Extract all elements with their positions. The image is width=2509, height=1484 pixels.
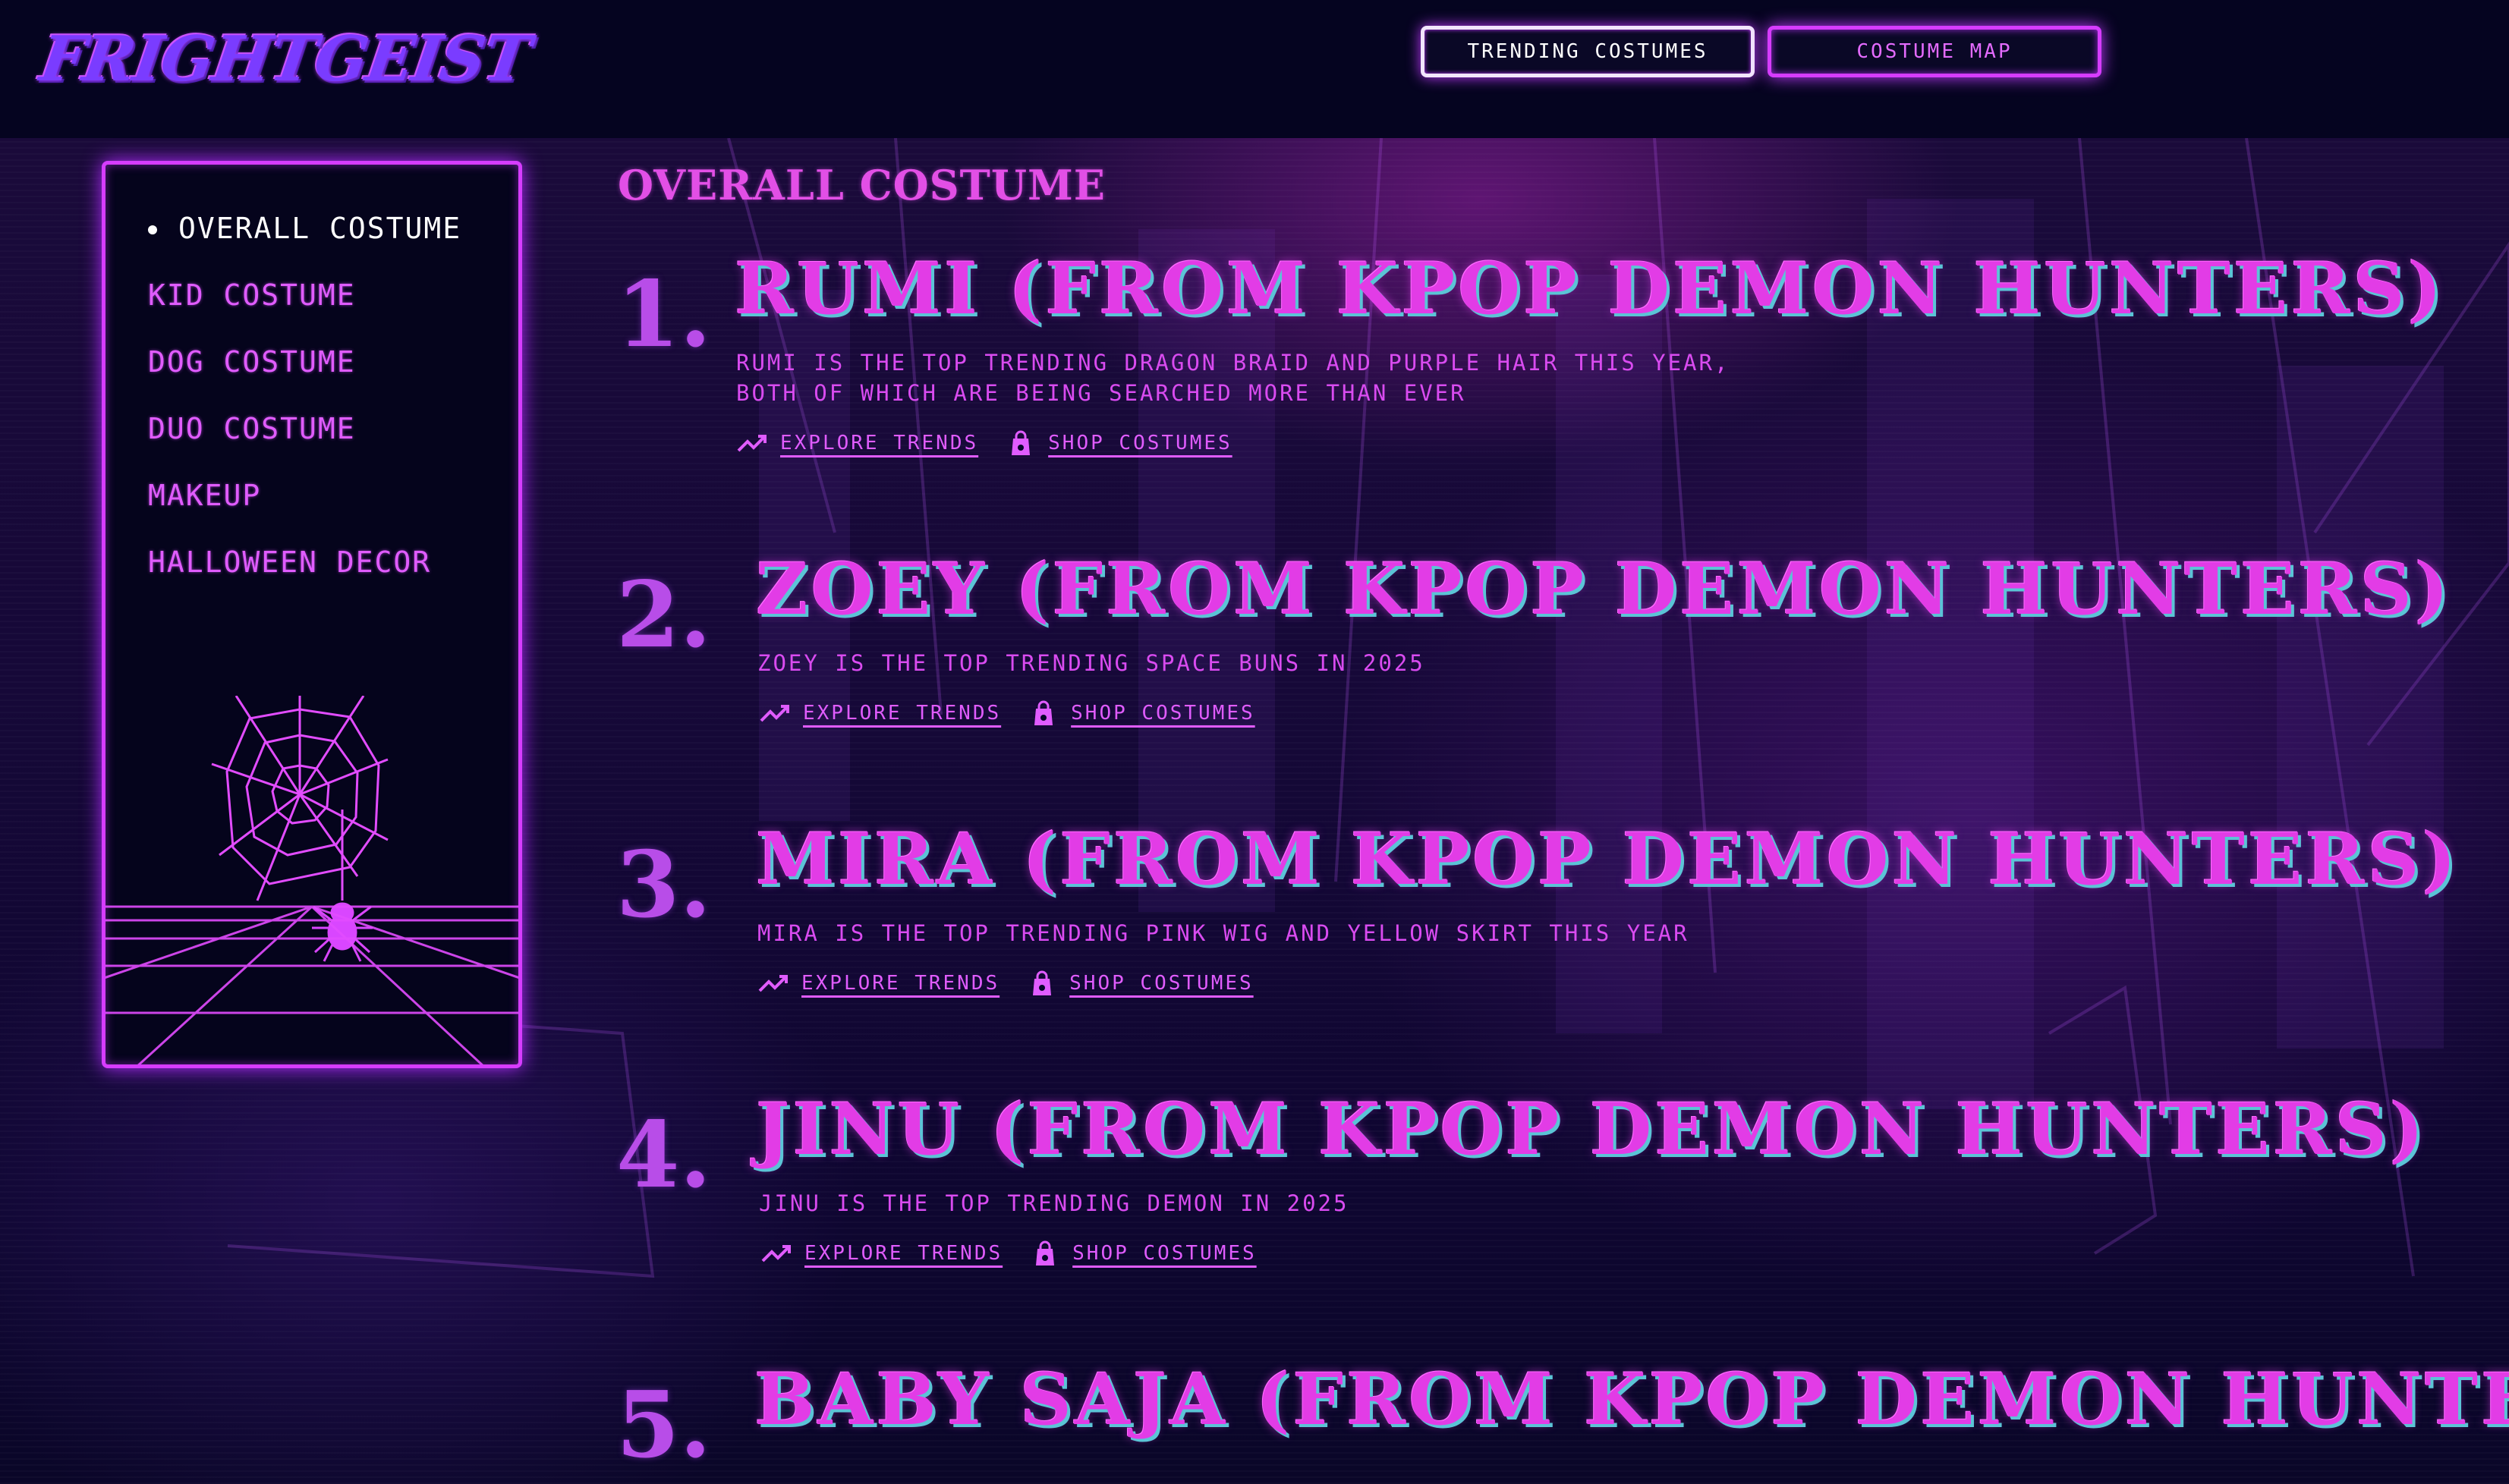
costume-title[interactable]: BABY SAJA (FROM KPOP DEMON HUNTERS) [754, 1358, 2509, 1442]
costume-links: EXPLORE TRENDS SHOP COSTUMES [736, 428, 1232, 458]
trend-arrow-icon [758, 975, 788, 992]
shopping-bag-icon [1036, 1240, 1055, 1265]
shop-costumes-link[interactable]: SHOP COSTUMES [1072, 1242, 1257, 1265]
main-content: OVERALL COSTUME 1. RUMI (FROM KPOP DEMON… [0, 0, 2509, 1484]
costume-title[interactable]: JINU (FROM KPOP DEMON HUNTERS) [756, 1088, 2426, 1171]
explore-trends-link[interactable]: EXPLORE TRENDS [804, 1242, 1003, 1265]
explore-trends-link[interactable]: EXPLORE TRENDS [803, 702, 1001, 725]
costume-title[interactable]: ZOEY (FROM KPOP DEMON HUNTERS) [756, 548, 2451, 631]
rank-number: 4. [616, 1102, 712, 1209]
rank-number: 1. [616, 261, 712, 368]
costume-links: EXPLORE TRENDS SHOP COSTUMES [759, 698, 1255, 728]
costume-description-line: BOTH OF WHICH ARE BEING SEARCHED MORE TH… [736, 380, 1466, 406]
explore-trends-link[interactable]: EXPLORE TRENDS [801, 972, 1000, 995]
shop-costumes-link[interactable]: SHOP COSTUMES [1069, 972, 1254, 995]
costume-description-line: JINU IS THE TOP TRENDING DEMON IN 2025 [759, 1190, 1349, 1216]
trend-arrow-icon [737, 435, 767, 452]
page: FRIGHTGEIST TRENDING COSTUMES COSTUME MA… [0, 0, 2509, 1484]
costume-title[interactable]: RUMI (FROM KPOP DEMON HUNTERS) [735, 247, 2444, 331]
trend-arrow-icon [760, 705, 789, 722]
shop-costumes-link[interactable]: SHOP COSTUMES [1048, 432, 1232, 454]
costume-links: EXPLORE TRENDS SHOP COSTUMES [757, 968, 1254, 998]
explore-trends-link[interactable]: EXPLORE TRENDS [780, 432, 978, 454]
rank-number: 2. [616, 561, 712, 668]
rank-number: 3. [616, 832, 712, 939]
shopping-bag-icon [1033, 970, 1052, 995]
section-title: OVERALL COSTUME [618, 161, 1106, 209]
costume-description-line: MIRA IS THE TOP TRENDING PINK WIG AND YE… [757, 920, 1689, 946]
rank-number: 5. [616, 1372, 712, 1479]
costume-title[interactable]: MIRA (FROM KPOP DEMON HUNTERS) [756, 818, 2459, 901]
costume-links: EXPLORE TRENDS SHOP COSTUMES [760, 1238, 1257, 1269]
shopping-bag-icon [1012, 430, 1031, 455]
costume-description-line: RUMI IS THE TOP TRENDING DRAGON BRAID AN… [736, 350, 1730, 376]
shop-costumes-link[interactable]: SHOP COSTUMES [1071, 702, 1255, 725]
costume-description-line: ZOEY IS THE TOP TRENDING SPACE BUNS IN 2… [757, 650, 1425, 676]
trend-arrow-icon [761, 1245, 791, 1262]
shopping-bag-icon [1034, 700, 1053, 725]
